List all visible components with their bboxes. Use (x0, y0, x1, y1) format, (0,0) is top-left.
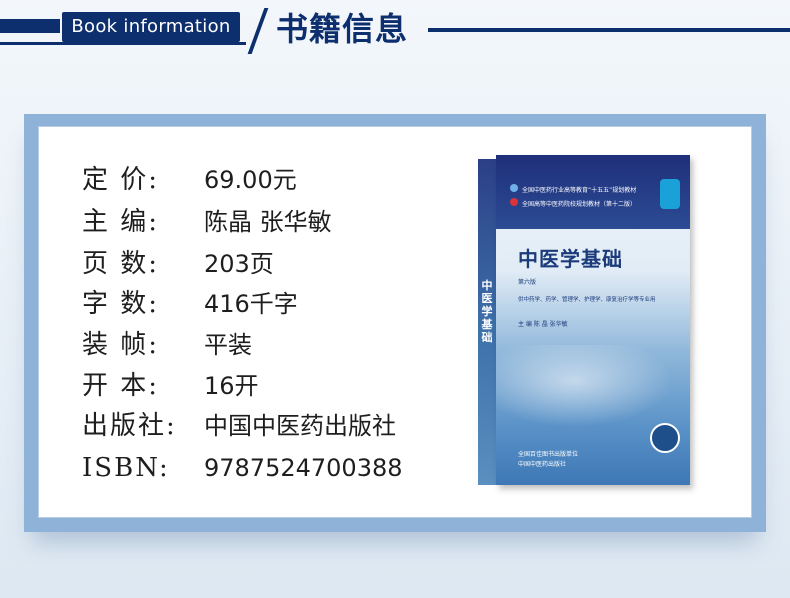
book-front-cover: 全国中医药行业高等教育“十五五”规划教材 全国高等中医药院校规划教材（第十二版）… (496, 155, 690, 485)
header-underline (0, 42, 246, 45)
series-logo-icon (510, 184, 518, 192)
cover-series-line-2: 全国高等中医药院校规划教材（第十二版） (522, 201, 637, 208)
book-spine-title: 中医学基础 (481, 279, 493, 344)
cover-edition: 第六版 (518, 279, 537, 286)
header-decor-bar (0, 19, 60, 33)
info-label: 字 数: (82, 289, 160, 319)
info-label: 装 帧: (82, 330, 160, 360)
info-label: 定 价: (82, 165, 160, 195)
book-spine: 中医学基础 (478, 159, 496, 485)
series-logo-icon (510, 198, 518, 206)
header-english-label: Book information (71, 16, 231, 37)
info-value: 陈晶 张华敏 (204, 208, 332, 236)
section-header: Book information 书籍信息 (0, 0, 790, 60)
header-english-pill: Book information (62, 12, 240, 42)
header-right-line (428, 28, 790, 32)
header-chinese-title: 书籍信息 (276, 10, 409, 48)
info-value: 中国中医药出版社 (204, 412, 396, 440)
info-label: 页 数: (82, 249, 160, 279)
info-value: 9787524700388 (204, 454, 403, 482)
publisher-seal-icon (650, 423, 680, 453)
info-value: 平装 (204, 331, 252, 359)
book-cover-image: 中医学基础 全国中医药行业高等教育“十五五”规划教材 全国高等中医药院校规划教材… (478, 155, 690, 485)
cover-title: 中医学基础 (518, 247, 623, 271)
info-value: 416千字 (204, 290, 298, 318)
info-label: 出版社: (82, 411, 177, 441)
info-value: 69.00元 (204, 166, 297, 194)
cover-publisher-line-1: 全国百佳图书出版单位 (518, 451, 579, 458)
info-label: ISBN: (82, 453, 170, 483)
info-label: 主 编: (82, 207, 160, 237)
cover-publisher-line-2: 中国中医药出版社 (518, 461, 567, 468)
info-value: 203页 (204, 250, 274, 278)
cover-landscape (496, 345, 690, 435)
cover-editors: 主 编 陈 晶 张华敏 (518, 321, 568, 328)
info-label: 开 本: (82, 371, 160, 401)
info-value: 16开 (204, 372, 259, 400)
digital-badge-icon (660, 179, 680, 209)
cover-for-majors: 供中药学、药学、管理学、护理学、康复治疗学等专业用 (518, 297, 656, 303)
header-slash-divider (247, 8, 269, 54)
cover-series-line-1: 全国中医药行业高等教育“十五五”规划教材 (522, 187, 637, 194)
